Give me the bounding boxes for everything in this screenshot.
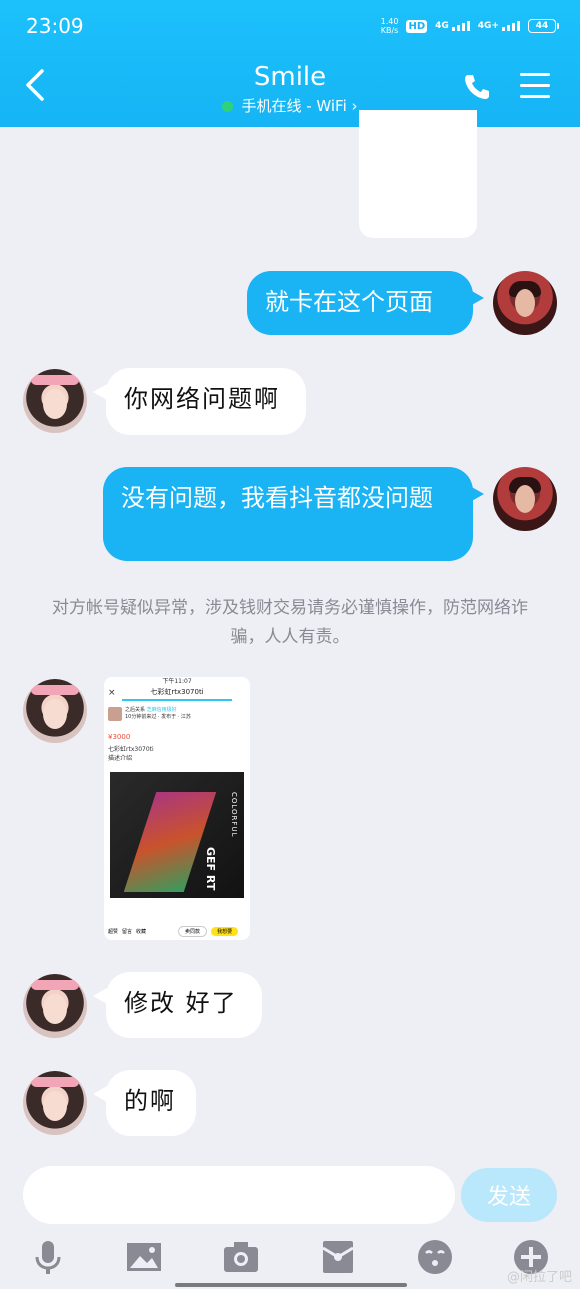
contact-name[interactable]: Smile bbox=[0, 62, 580, 92]
listing-item-name: 七彩虹rtx3070ti bbox=[108, 746, 154, 753]
previous-message-card[interactable] bbox=[359, 110, 477, 238]
signal-sim2-icon: 4G+ bbox=[478, 21, 520, 31]
my-avatar[interactable] bbox=[493, 467, 557, 531]
my-avatar[interactable] bbox=[493, 271, 557, 335]
mic-icon[interactable] bbox=[29, 1238, 67, 1276]
bubble-tail bbox=[93, 384, 107, 400]
message-bubble-incoming[interactable]: 的啊 bbox=[106, 1070, 196, 1136]
comment-icon: 留言 bbox=[122, 928, 133, 935]
listing-action-bar: 超赞 留言 收藏 卖同款 我想要 bbox=[104, 922, 250, 940]
chat-header: 23:09 1.40 KB/s HD 4G 4G+ 44 Smile 手机在线 … bbox=[0, 0, 580, 127]
send-button[interactable]: 发送 bbox=[461, 1168, 557, 1222]
contact-avatar[interactable] bbox=[23, 679, 87, 743]
gpu-box-photo: COLORFUL GEF RT bbox=[110, 772, 244, 898]
status-indicators: 1.40 KB/s HD 4G 4G+ 44 bbox=[380, 17, 559, 35]
close-icon: × bbox=[108, 688, 116, 698]
camera-icon[interactable] bbox=[222, 1238, 260, 1276]
favorite-icon: 收藏 bbox=[136, 928, 147, 935]
seller-avatar bbox=[108, 707, 122, 721]
contact-avatar[interactable] bbox=[23, 369, 87, 433]
bubble-tail bbox=[93, 1086, 107, 1102]
message-bubble-outgoing[interactable]: 就卡在这个页面 bbox=[247, 271, 473, 335]
network-speed: 1.40 KB/s bbox=[380, 17, 399, 35]
bubble-tail bbox=[470, 486, 484, 502]
like-icon: 超赞 bbox=[108, 928, 119, 935]
emoji-icon[interactable] bbox=[416, 1238, 454, 1276]
watermark: @闲拉了吧 bbox=[506, 1270, 572, 1285]
hd-icon: HD bbox=[406, 19, 428, 33]
online-status[interactable]: 手机在线 - WiFi › bbox=[0, 95, 580, 116]
home-indicator[interactable] bbox=[175, 1283, 407, 1287]
contact-avatar[interactable] bbox=[23, 974, 87, 1038]
sell-same-button: 卖同款 bbox=[178, 925, 208, 937]
want-button: 我想要 bbox=[211, 926, 239, 936]
message-input[interactable] bbox=[23, 1166, 455, 1224]
bubble-tail bbox=[470, 290, 484, 306]
status-time: 23:09 bbox=[26, 14, 84, 38]
battery-icon: 44 bbox=[528, 19, 559, 33]
red-packet-icon[interactable] bbox=[319, 1238, 357, 1276]
message-bubble-incoming[interactable]: 修改 好了 bbox=[106, 972, 262, 1038]
security-warning-notice: 对方帐号疑似异常，涉及钱财交易请务必谨慎操作，防范网络诈骗，人人有责。 bbox=[52, 598, 528, 647]
phone-icon[interactable] bbox=[462, 72, 492, 102]
listing-price: ¥3000 bbox=[108, 733, 131, 741]
input-toolbar bbox=[0, 1232, 580, 1289]
message-bubble-incoming[interactable]: 你网络问题啊 bbox=[106, 368, 306, 435]
message-bubble-outgoing[interactable]: 没有问题，我看抖音都没问题 bbox=[103, 467, 473, 561]
listing-title: 七彩虹rtx3070ti bbox=[122, 687, 232, 701]
shared-screenshot-image[interactable]: 下午11:07 × 七彩虹rtx3070ti 之后关系 芝麻信用极好 10分钟前… bbox=[104, 677, 250, 940]
bubble-tail bbox=[93, 988, 107, 1004]
picture-icon[interactable] bbox=[125, 1238, 163, 1276]
online-dot-icon bbox=[222, 101, 234, 112]
seller-info: 之后关系 芝麻信用极好 10分钟前来过 · 发布于 · 江苏 bbox=[108, 707, 246, 721]
contact-avatar[interactable] bbox=[23, 1071, 87, 1135]
menu-icon[interactable] bbox=[520, 73, 550, 99]
listing-description: 描述介绍 bbox=[108, 755, 133, 762]
signal-sim1-icon: 4G bbox=[435, 21, 470, 31]
